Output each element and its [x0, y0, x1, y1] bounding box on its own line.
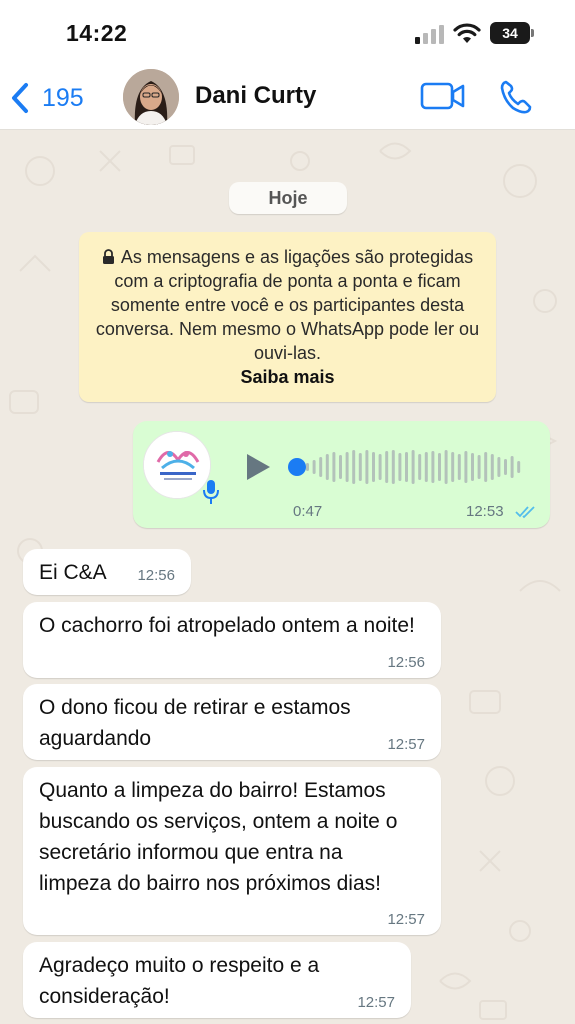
incoming-message[interactable]: Agradeço muito o respeito e a consideraç… [23, 942, 411, 1018]
play-icon[interactable] [243, 451, 273, 483]
video-call-icon[interactable] [420, 79, 466, 113]
playback-knob[interactable] [288, 458, 306, 476]
message-time: 12:57 [387, 911, 425, 928]
signal-icon [415, 25, 444, 44]
waveform-bar [391, 450, 395, 484]
waveform-bar [490, 454, 494, 480]
message-text: Quanto a limpeza do bairro! Estamos busc… [39, 779, 398, 895]
encryption-text: As mensagens e as ligações são protegida… [95, 247, 480, 363]
voice-duration: 0:47 [293, 503, 323, 520]
message-time: 12:57 [387, 736, 425, 753]
message-text: Agradeço muito o respeito e a consideraç… [39, 954, 320, 1008]
waveform-bar [424, 452, 428, 482]
waveform-bar [438, 453, 441, 481]
waveform-bar [352, 450, 356, 484]
back-chevron-icon [12, 83, 28, 113]
waveform-bar [431, 451, 435, 483]
waveform-bar [510, 456, 514, 478]
waveform-bar [358, 453, 362, 481]
waveform-bar [517, 461, 521, 473]
sender-avatar [143, 431, 211, 499]
waveform-bar [477, 455, 481, 479]
incoming-message[interactable]: O dono ficou de retirar e estamos aguard… [23, 684, 441, 760]
message-time: 12:56 [387, 654, 425, 671]
status-time: 14:22 [66, 20, 128, 46]
waveform-bar [325, 454, 329, 480]
phone-icon[interactable] [497, 78, 535, 116]
message-text: O dono ficou de retirar e estamos aguard… [39, 696, 351, 750]
waveform-bar [365, 450, 369, 484]
wifi-icon [453, 23, 481, 43]
avatar-photo [123, 69, 179, 125]
waveform-bar [339, 455, 342, 479]
message-text: O cachorro foi atropelado ontem a noite! [39, 614, 415, 637]
waveform-bar [345, 452, 349, 482]
chat-area: Hoje As mensagens e as ligações são prot… [0, 131, 575, 1024]
battery-icon: 34 [490, 22, 530, 44]
waveform-bar [444, 450, 448, 484]
encryption-notice[interactable]: As mensagens e as ligações são protegida… [79, 232, 496, 402]
waveform-bar [385, 451, 389, 483]
learn-more-link[interactable]: Saiba mais [240, 367, 334, 387]
waveform-bar [497, 457, 501, 477]
double-check-icon [515, 506, 535, 519]
waveform-bar [405, 452, 408, 482]
mic-icon [203, 480, 219, 504]
waveform-bar [471, 453, 474, 481]
waveform-bar [504, 459, 507, 475]
date-chip: Hoje [229, 182, 347, 214]
waveform-bar [457, 454, 461, 480]
chat-header: 195 Dani Curty [0, 66, 575, 130]
battery-cap [531, 29, 534, 37]
waveform-bar [464, 451, 468, 483]
message-time: 12:57 [357, 994, 395, 1011]
waveform-bar [306, 463, 309, 471]
contact-name[interactable]: Dani Curty [195, 82, 316, 110]
sender-logo [144, 432, 210, 498]
waveform-bar [312, 460, 316, 474]
message-time: 12:53 [466, 503, 504, 520]
voice-waveform[interactable] [288, 447, 528, 487]
waveform-bar [372, 452, 375, 482]
message-text: Ei C&A [39, 561, 107, 584]
waveform-bar [451, 452, 455, 482]
outgoing-voice-message[interactable]: 0:47 12:53 [133, 421, 550, 528]
contact-avatar[interactable] [123, 69, 179, 125]
unread-count: 195 [42, 83, 84, 112]
waveform-bar [418, 454, 422, 480]
waveform-bar [332, 452, 336, 482]
battery-level: 34 [502, 25, 518, 41]
status-bar: 14:22 34 [0, 0, 575, 66]
incoming-message[interactable]: Ei C&A 12:56 [23, 549, 191, 595]
incoming-message[interactable]: O cachorro foi atropelado ontem a noite!… [23, 602, 441, 678]
waveform-bar [398, 453, 402, 481]
waveform-bar [378, 454, 382, 480]
waveform-bar [411, 450, 415, 484]
back-button[interactable]: 195 [10, 78, 84, 118]
lock-icon [102, 249, 114, 264]
waveform-bar [319, 457, 323, 477]
waveform-bar [484, 452, 488, 482]
message-time: 12:56 [137, 567, 175, 584]
incoming-message[interactable]: Quanto a limpeza do bairro! Estamos busc… [23, 767, 441, 935]
